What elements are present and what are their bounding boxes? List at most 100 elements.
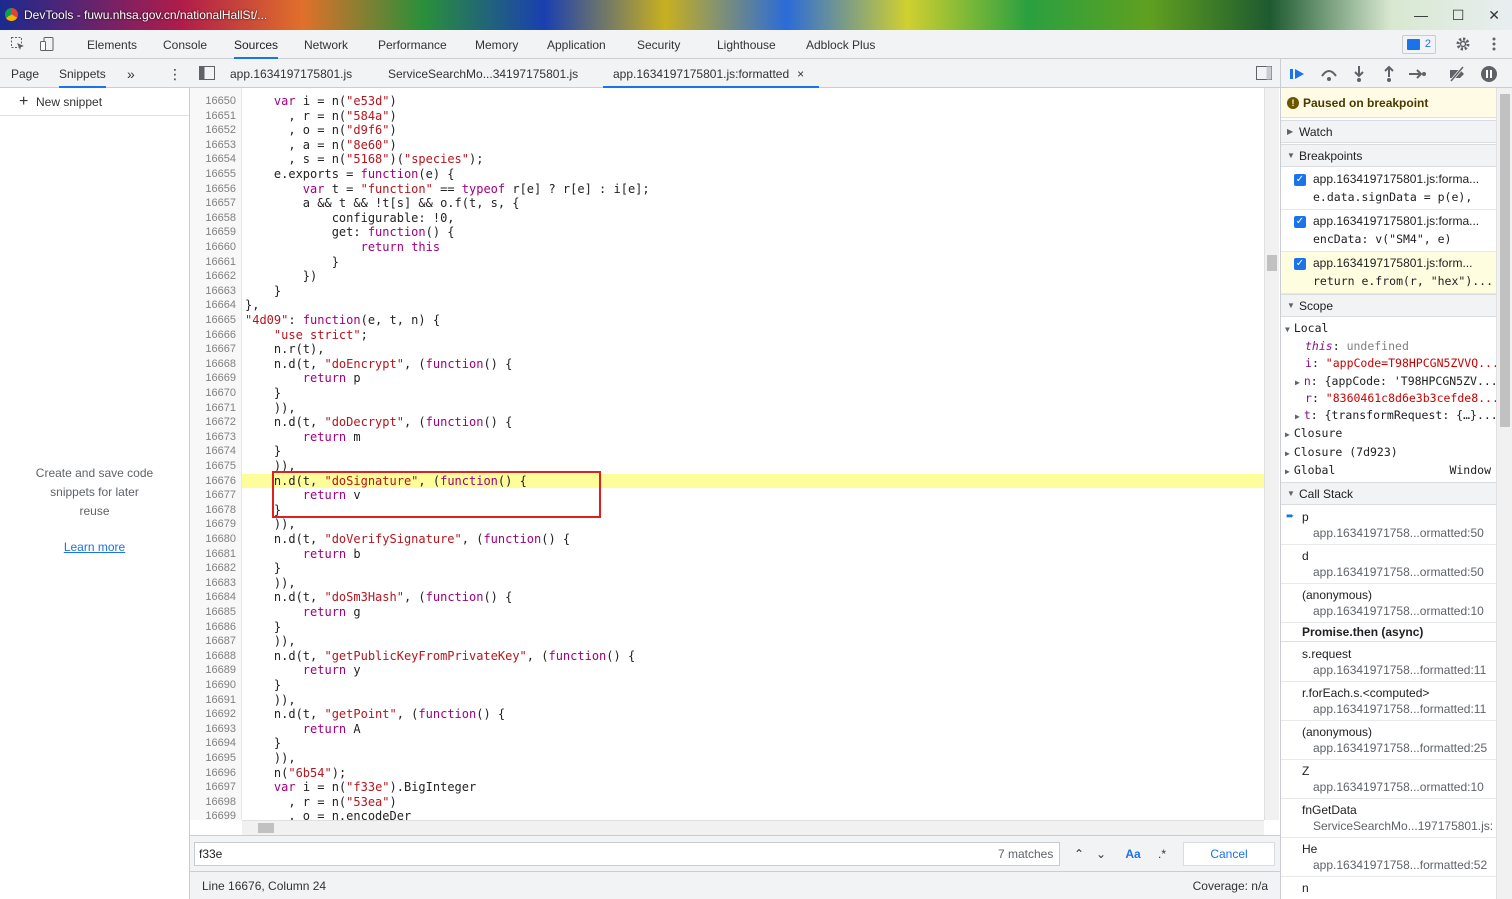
minimize-button[interactable]: — [1414, 7, 1428, 23]
code-editor[interactable]: 16650 16651 16652 16653 16654 16655 16656 16657… [190, 88, 1264, 820]
code-line[interactable]: var i = n("f33e").BigInteger [245, 780, 476, 795]
code-line[interactable]: n.d(t, "doSm3Hash", (function() { [245, 590, 512, 605]
line-number[interactable]: 16651 [190, 109, 236, 124]
file-tab-app-js-formatted[interactable]: app.1634197175801.js:formatted × [603, 59, 819, 88]
code-line[interactable]: n.d(t, "doVerifySignature", (function() … [245, 532, 570, 547]
match-case-button[interactable]: Aa [1122, 842, 1144, 866]
line-number[interactable]: 16680 [190, 532, 236, 547]
callframe-item[interactable]: n [1281, 877, 1497, 899]
callframe-item[interactable]: r.forEach.s.<computed> app.16341971758...… [1281, 682, 1497, 721]
checkbox-checked-icon[interactable]: ✓ [1294, 216, 1306, 228]
code-line[interactable]: )), [245, 401, 296, 416]
step-icon[interactable] [1407, 64, 1427, 84]
pause-on-exceptions-icon[interactable] [1479, 64, 1499, 84]
tab-adblock-plus[interactable]: Adblock Plus [806, 30, 875, 59]
line-number[interactable]: 16665 [190, 313, 236, 328]
scope-var-this[interactable]: this: undefined [1305, 337, 1409, 355]
code-line[interactable]: } [245, 678, 281, 693]
code-line[interactable]: )), [245, 576, 296, 591]
inspect-element-icon[interactable] [10, 36, 26, 52]
code-line[interactable]: return y [245, 663, 361, 678]
checkbox-checked-icon[interactable]: ✓ [1294, 174, 1306, 186]
line-number[interactable]: 16693 [190, 722, 236, 737]
maximize-button[interactable]: ☐ [1452, 7, 1465, 24]
scope-section-header[interactable]: ▼ Scope [1281, 294, 1497, 317]
code-line[interactable]: n.d(t, "doDecrypt", (function() { [245, 415, 512, 430]
code-line[interactable]: return A [245, 722, 361, 737]
scope-global[interactable]: ▶ Global Window [1285, 461, 1491, 479]
callframe-item[interactable]: He app.16341971758...formatted:52 [1281, 838, 1497, 877]
callframe-item[interactable]: fnGetData ServiceSearchMo...197175801.js: [1281, 799, 1497, 838]
line-number[interactable]: 16670 [190, 386, 236, 401]
line-number[interactable]: 16650 [190, 94, 236, 109]
code-line[interactable]: , a = n("8e60") [245, 138, 396, 153]
deactivate-breakpoints-icon[interactable] [1447, 64, 1467, 84]
code-line[interactable]: , r = n("584a") [245, 109, 396, 124]
callframe-item-active[interactable]: ➨ p app.16341971758...ormatted:50 [1281, 506, 1497, 545]
line-number[interactable]: 16659 [190, 225, 236, 240]
code-line[interactable]: "use strict"; [245, 328, 368, 343]
code-line[interactable]: configurable: !0, [245, 211, 455, 226]
learn-more-link[interactable]: Learn more [0, 540, 189, 554]
breakpoint-item[interactable]: ✓ app.1634197175801.js:forma... e.data.sig… [1281, 168, 1497, 210]
scroll-thumb[interactable] [258, 823, 274, 833]
scope-var-n[interactable]: ▶ n: {appCode: 'T98HPCGN5ZV... [1295, 372, 1498, 390]
line-number[interactable]: 16688 [190, 649, 236, 664]
scope-closure-7d923[interactable]: ▶ Closure (7d923) [1285, 443, 1398, 461]
sidebar-scrollbar[interactable] [1496, 88, 1512, 899]
more-vertical-icon[interactable] [1486, 36, 1502, 52]
tab-elements[interactable]: Elements [87, 30, 137, 59]
line-number[interactable]: 16672 [190, 415, 236, 430]
issues-counter-button[interactable]: 2 [1402, 35, 1436, 54]
line-number[interactable]: 16678 [190, 503, 236, 518]
callframe-item[interactable]: (anonymous) app.16341971758...formatted:2… [1281, 721, 1497, 760]
code-line[interactable]: } [245, 386, 281, 401]
line-number[interactable]: 16671 [190, 401, 236, 416]
line-number[interactable]: 16698 [190, 795, 236, 810]
callframe-item[interactable]: d app.16341971758...ormatted:50 [1281, 545, 1497, 584]
line-number[interactable]: 16677 [190, 488, 236, 503]
code-line[interactable]: return p [245, 371, 361, 386]
code-line[interactable]: } [245, 620, 281, 635]
code-line[interactable]: n.r(t), [245, 342, 325, 357]
breakpoints-section-header[interactable]: ▼ Breakpoints [1281, 144, 1497, 167]
code-line[interactable]: } [245, 736, 281, 751]
watch-section-header[interactable]: ▶ Watch [1281, 120, 1497, 143]
line-number[interactable]: 16656 [190, 182, 236, 197]
file-tab-servicesearch-js[interactable]: ServiceSearchMo...34197175801.js [388, 59, 578, 88]
breakpoint-item[interactable]: ✓ app.1634197175801.js:forma... encData: v… [1281, 210, 1497, 252]
code-line[interactable]: var t = "function" == typeof r[e] ? r[e]… [245, 182, 650, 197]
line-number[interactable]: 16654 [190, 152, 236, 167]
scope-var-i[interactable]: i: "appCode=T98HPCGN5ZVVQ... [1305, 354, 1499, 372]
line-number[interactable]: 16662 [190, 269, 236, 284]
gear-icon[interactable] [1455, 36, 1471, 52]
line-number[interactable]: 16666 [190, 328, 236, 343]
line-number[interactable]: 16658 [190, 211, 236, 226]
new-snippet-button[interactable]: + New snippet [0, 88, 189, 116]
code-line[interactable]: )), [245, 634, 296, 649]
tab-network[interactable]: Network [304, 30, 348, 59]
code-line[interactable]: var i = n("e53d") [245, 94, 397, 109]
scope-var-t[interactable]: ▶ t: {transformRequest: {…}... [1295, 406, 1498, 424]
code-line[interactable]: n.d(t, "doEncrypt", (function() { [245, 357, 512, 372]
line-number[interactable]: 16692 [190, 707, 236, 722]
close-window-button[interactable]: ✕ [1488, 7, 1500, 24]
nav-tab-page[interactable]: Page [11, 59, 39, 88]
line-number[interactable]: 16657 [190, 196, 236, 211]
line-number[interactable]: 16674 [190, 444, 236, 459]
tab-application[interactable]: Application [547, 30, 606, 59]
code-line[interactable]: return g [245, 605, 361, 620]
code-line[interactable]: n.d(t, "getPoint", (function() { [245, 707, 505, 722]
line-number[interactable]: 16664 [190, 298, 236, 313]
code-line[interactable]: n.d(t, "getPublicKeyFromPrivateKey", (fu… [245, 649, 635, 664]
scope-local[interactable]: ▼ Local [1285, 319, 1328, 337]
nav-tab-snippets[interactable]: Snippets [59, 59, 106, 88]
line-number-gutter[interactable]: 16650 16651 16652 16653 16654 16655 16656 16657… [190, 88, 242, 820]
code-line[interactable]: , o = n.encodeDer [245, 809, 411, 820]
toggle-navigator-icon[interactable] [199, 66, 215, 80]
line-number[interactable]: 16652 [190, 123, 236, 138]
editor-horizontal-scrollbar[interactable] [242, 820, 1264, 835]
tab-memory[interactable]: Memory [475, 30, 518, 59]
previous-match-chevron-up-icon[interactable]: ⌃ [1068, 842, 1090, 866]
line-number[interactable]: 16679 [190, 517, 236, 532]
